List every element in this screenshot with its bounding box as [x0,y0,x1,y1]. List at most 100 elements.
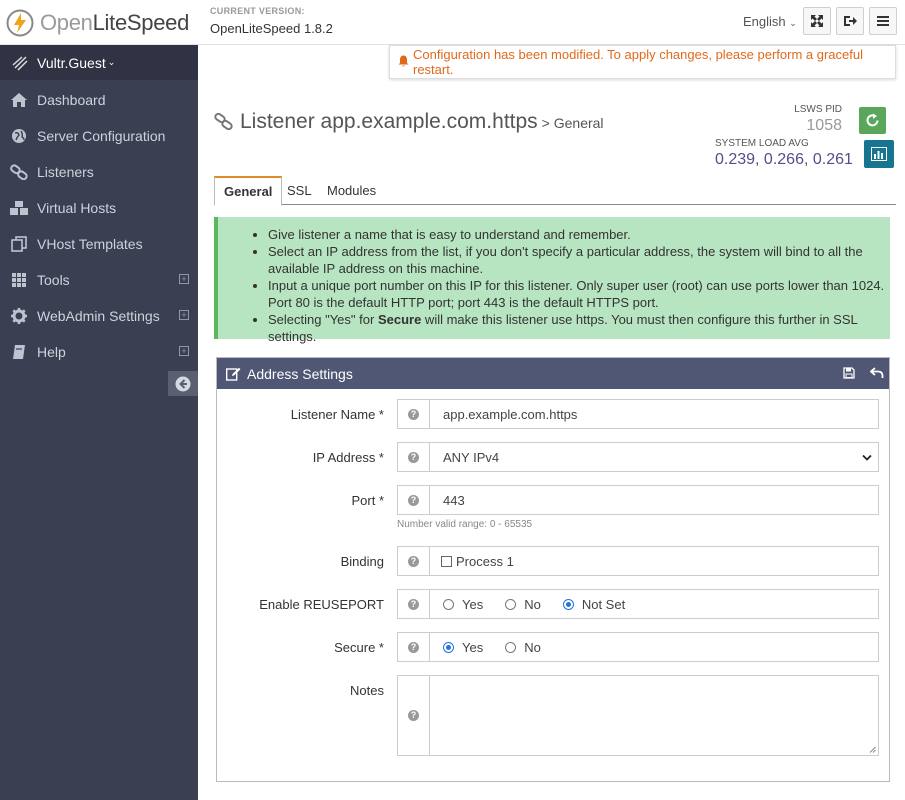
hamburger-icon [877,16,889,26]
pid-label: LSWS PID [794,104,842,115]
binding-option[interactable]: Process 1 [430,547,878,575]
question-icon: ? [408,408,419,420]
graceful-restart-button[interactable] [859,107,886,134]
secure-yes-radio[interactable]: Yes [443,640,483,655]
expand-plus-icon[interactable]: + [179,274,189,284]
ip-address-select[interactable]: ANY IPv4 [430,443,878,471]
sidebar-item-label: Server Configuration [37,128,166,144]
reuseport-no-radio[interactable]: No [505,597,541,612]
sidebar-item-dashboard[interactable]: Dashboard [0,82,198,118]
tab-bar: General SSL Modules [214,176,896,206]
brand-name: OpenLiteSpeed [40,10,190,35]
secure-radio-group: Yes No [430,633,878,661]
lsws-pid: LSWS PID 1058 [794,104,842,135]
listener-name-field: ? app.example.com.https [397,399,879,429]
tab-ssl[interactable]: SSL [278,176,321,205]
port-hint: Number valid range: 0 - 65535 [397,519,533,530]
version-value: OpenLiteSpeed 1.8.2 [210,21,333,36]
question-icon: ? [408,494,419,506]
notes-textarea[interactable] [430,676,878,755]
question-icon: ? [408,555,419,567]
expand-plus-icon[interactable]: + [179,346,189,356]
sidebar-item-label: WebAdmin Settings [37,308,160,324]
notes-field: ? [397,675,879,756]
refresh-icon [866,113,879,127]
listener-name-input[interactable]: app.example.com.https [430,400,878,428]
gear-icon [9,307,29,325]
undo-button[interactable] [865,361,889,385]
info-item: Input a unique port number on this IP fo… [268,277,890,311]
help-button[interactable]: ? [398,443,430,471]
system-load: SYSTEM LOAD AVG 0.239, 0.266, 0.261 [715,138,853,169]
restart-notification[interactable]: Configuration has been modified. To appl… [389,45,896,79]
reuseport-not-set-radio[interactable]: Not Set [562,597,625,612]
main-content: Listener app.example.com.https > General… [198,80,905,800]
address-settings-panel: Address Settings Listener Name * ? app.e… [216,357,890,782]
help-button[interactable]: ? [398,676,430,755]
user-name: Vultr.Guest [37,54,106,71]
panel-title: Address Settings [247,365,353,382]
load-label: SYSTEM LOAD AVG [715,138,809,149]
resize-handle-icon[interactable] [869,746,876,753]
tab-general[interactable]: General [214,176,283,206]
sidebar-item-label: Dashboard [37,92,106,108]
logo[interactable]: OpenLiteSpeed [6,9,189,37]
globe-icon [9,127,29,145]
process-1-checkbox[interactable] [441,555,452,567]
link-icon [214,113,233,131]
undo-icon [870,367,884,378]
sidebar-item-tools[interactable]: Tools + [0,262,198,298]
version-label: CURRENT VERSION: [210,6,305,16]
logout-button[interactable] [836,7,864,35]
sidebar-item-vhost-templates[interactable]: VHost Templates [0,226,198,262]
sidebar-item-label: Virtual Hosts [37,200,117,216]
port-input[interactable]: 443 [430,486,878,514]
info-item: Give listener a name that is easy to und… [268,226,890,243]
cubes-icon [9,199,29,217]
reuseport-yes-radio[interactable]: Yes [443,597,483,612]
version-block: CURRENT VERSION: OpenLiteSpeed 1.8.2 [210,6,333,36]
sidebar-item-label: Help [37,344,66,360]
pid-value: 1058 [806,117,842,134]
tab-modules[interactable]: Modules [318,176,385,205]
help-button[interactable]: ? [398,486,430,514]
sidebar-item-label: VHost Templates [37,236,143,252]
page-title: Listener app.example.com.https > General [214,110,604,134]
expand-plus-icon[interactable]: + [179,310,189,320]
sign-out-icon [844,16,857,26]
bell-icon [398,55,409,70]
expand-icon [811,15,823,27]
question-icon: ? [408,710,419,721]
binding-field: ? Process 1 [397,546,879,576]
sidebar-item-virtual-hosts[interactable]: Virtual Hosts [0,190,198,226]
secure-no-radio[interactable]: No [505,640,541,655]
fullscreen-button[interactable] [803,7,831,35]
sidebar-item-server-configuration[interactable]: Server Configuration [0,118,198,154]
menu-button[interactable] [869,7,897,35]
sidebar-item-label: Tools [37,272,70,288]
grid-icon [9,271,29,289]
save-button[interactable] [837,361,861,385]
help-info-box: Give listener a name that is easy to und… [214,217,890,344]
language-select[interactable]: English ⌄ [743,14,797,29]
help-button[interactable]: ? [398,633,430,661]
sidebar-item-label: Listeners [37,164,94,180]
help-button[interactable]: ? [398,547,430,575]
sidebar-item-help[interactable]: Help + [0,334,198,370]
home-icon [9,91,29,109]
field-label: IP Address * [312,450,384,465]
sidebar-item-listeners[interactable]: Listeners [0,154,198,190]
bar-chart-icon [871,147,887,161]
real-time-stats-button[interactable] [864,140,894,168]
user-menu[interactable]: Vultr.Guest ⌄ [0,45,198,80]
info-item: Select an IP address from the list, if y… [268,243,890,277]
sidebar-item-webadmin-settings[interactable]: WebAdmin Settings + [0,298,198,334]
collapse-sidebar-button[interactable] [168,371,198,396]
book-icon [9,343,29,361]
field-label: Enable REUSEPORT [259,597,384,612]
field-label: Binding [340,554,384,569]
help-button[interactable]: ? [398,400,430,428]
help-button[interactable]: ? [398,590,430,618]
question-icon: ? [408,641,419,653]
top-bar: OpenLiteSpeed CURRENT VERSION: OpenLiteS… [0,0,905,45]
